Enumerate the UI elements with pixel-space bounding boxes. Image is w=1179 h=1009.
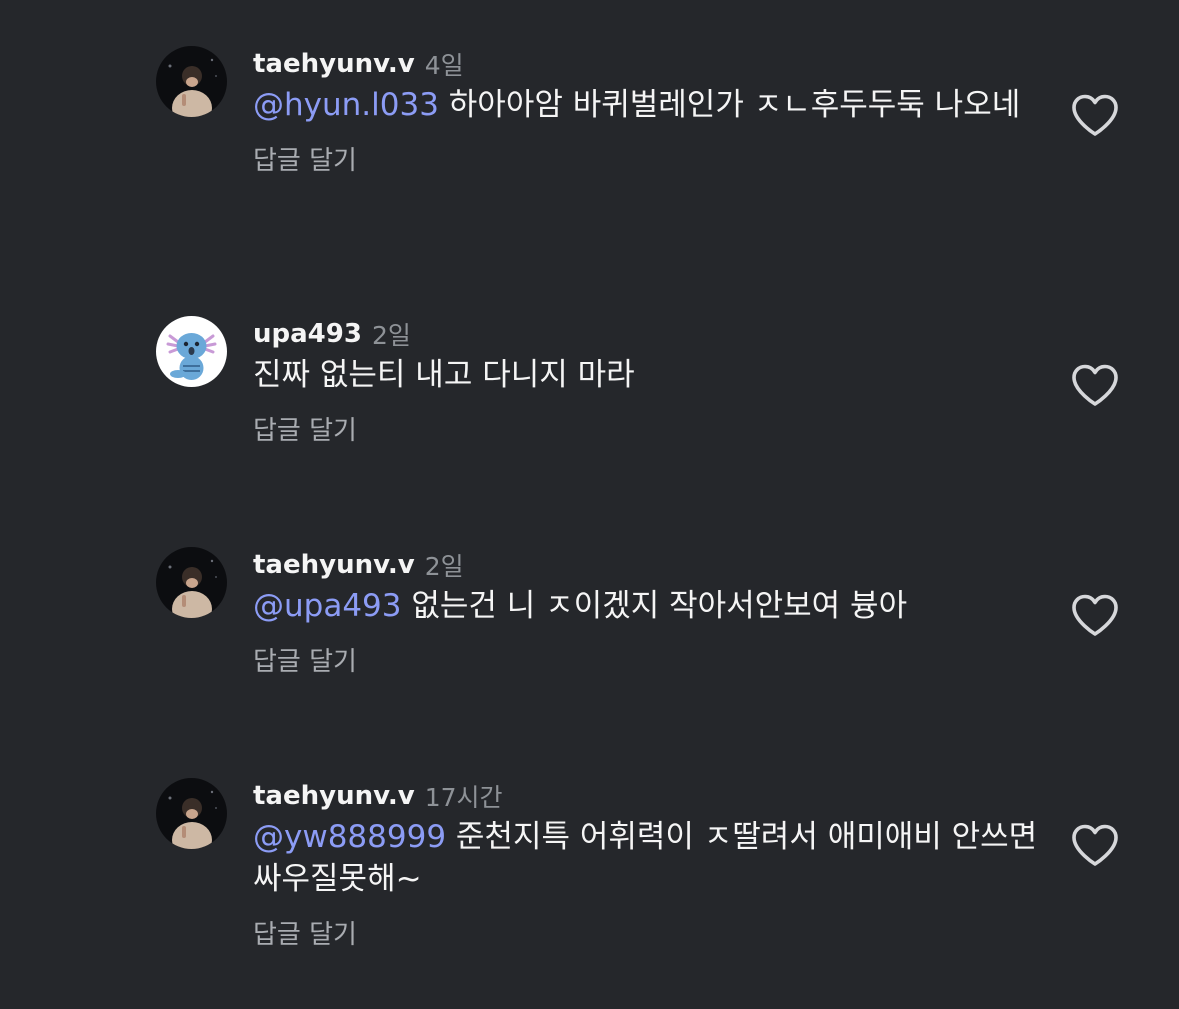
timestamp: 17시간 — [424, 783, 503, 812]
like-button[interactable] — [1070, 93, 1120, 139]
username[interactable]: upa493 — [253, 319, 362, 349]
comment-body: 없는건 니 ㅈ이겠지 작아서안보여 븅아 — [401, 588, 908, 624]
reply-button[interactable]: 답글 달기 — [253, 914, 357, 951]
avatar[interactable] — [156, 778, 227, 849]
like-button[interactable] — [1070, 593, 1120, 639]
username[interactable]: taehyunv.v — [253, 781, 415, 811]
like-button[interactable] — [1070, 823, 1120, 869]
comment-body: 하아아암 바퀴벌레인가 ㅈㄴ후두두둑 나오네 — [438, 87, 1021, 123]
comment-text: @yw888999 준천지특 어휘력이 ㅈ딸려서 애미애비 안쓰면 싸우질못해~ — [253, 816, 1043, 900]
night-photo-avatar-icon — [156, 547, 227, 618]
reply-button[interactable]: 답글 달기 — [253, 410, 357, 447]
night-photo-avatar-icon — [156, 778, 227, 849]
username[interactable]: taehyunv.v — [253, 550, 415, 580]
mention-link[interactable]: @yw888999 — [253, 819, 446, 855]
reply-button[interactable]: 답글 달기 — [253, 140, 357, 177]
timestamp: 2일 — [371, 321, 411, 350]
comment-body: 진짜 없는티 내고 다니지 마라 — [253, 357, 635, 393]
username[interactable]: taehyunv.v — [253, 49, 415, 79]
avatar[interactable] — [156, 316, 227, 387]
heart-outline-icon — [1072, 94, 1118, 136]
comment-text: @hyun.l033 하아아암 바퀴벌레인가 ㅈㄴ후두두둑 나오네 — [253, 84, 1043, 126]
comment-text: @upa493 없는건 니 ㅈ이겠지 작아서안보여 븅아 — [253, 585, 1043, 627]
mention-link[interactable]: @upa493 — [253, 588, 402, 624]
timestamp: 2일 — [424, 552, 464, 581]
avatar[interactable] — [156, 46, 227, 117]
heart-outline-icon — [1072, 594, 1118, 636]
avatar[interactable] — [156, 547, 227, 618]
reply-button[interactable]: 답글 달기 — [253, 641, 357, 678]
like-button[interactable] — [1070, 363, 1120, 409]
wooper-avatar-icon — [156, 316, 227, 387]
comment-text: 진짜 없는티 내고 다니지 마라 — [253, 354, 1043, 396]
heart-outline-icon — [1072, 824, 1118, 866]
mention-link[interactable]: @hyun.l033 — [253, 87, 439, 123]
heart-outline-icon — [1072, 364, 1118, 406]
timestamp: 4일 — [424, 51, 464, 80]
comment-list: taehyunv.v 4일 @hyun.l033 하아아암 바퀴벌레인가 ㅈㄴ후… — [0, 0, 1179, 1009]
night-photo-avatar-icon — [156, 46, 227, 117]
